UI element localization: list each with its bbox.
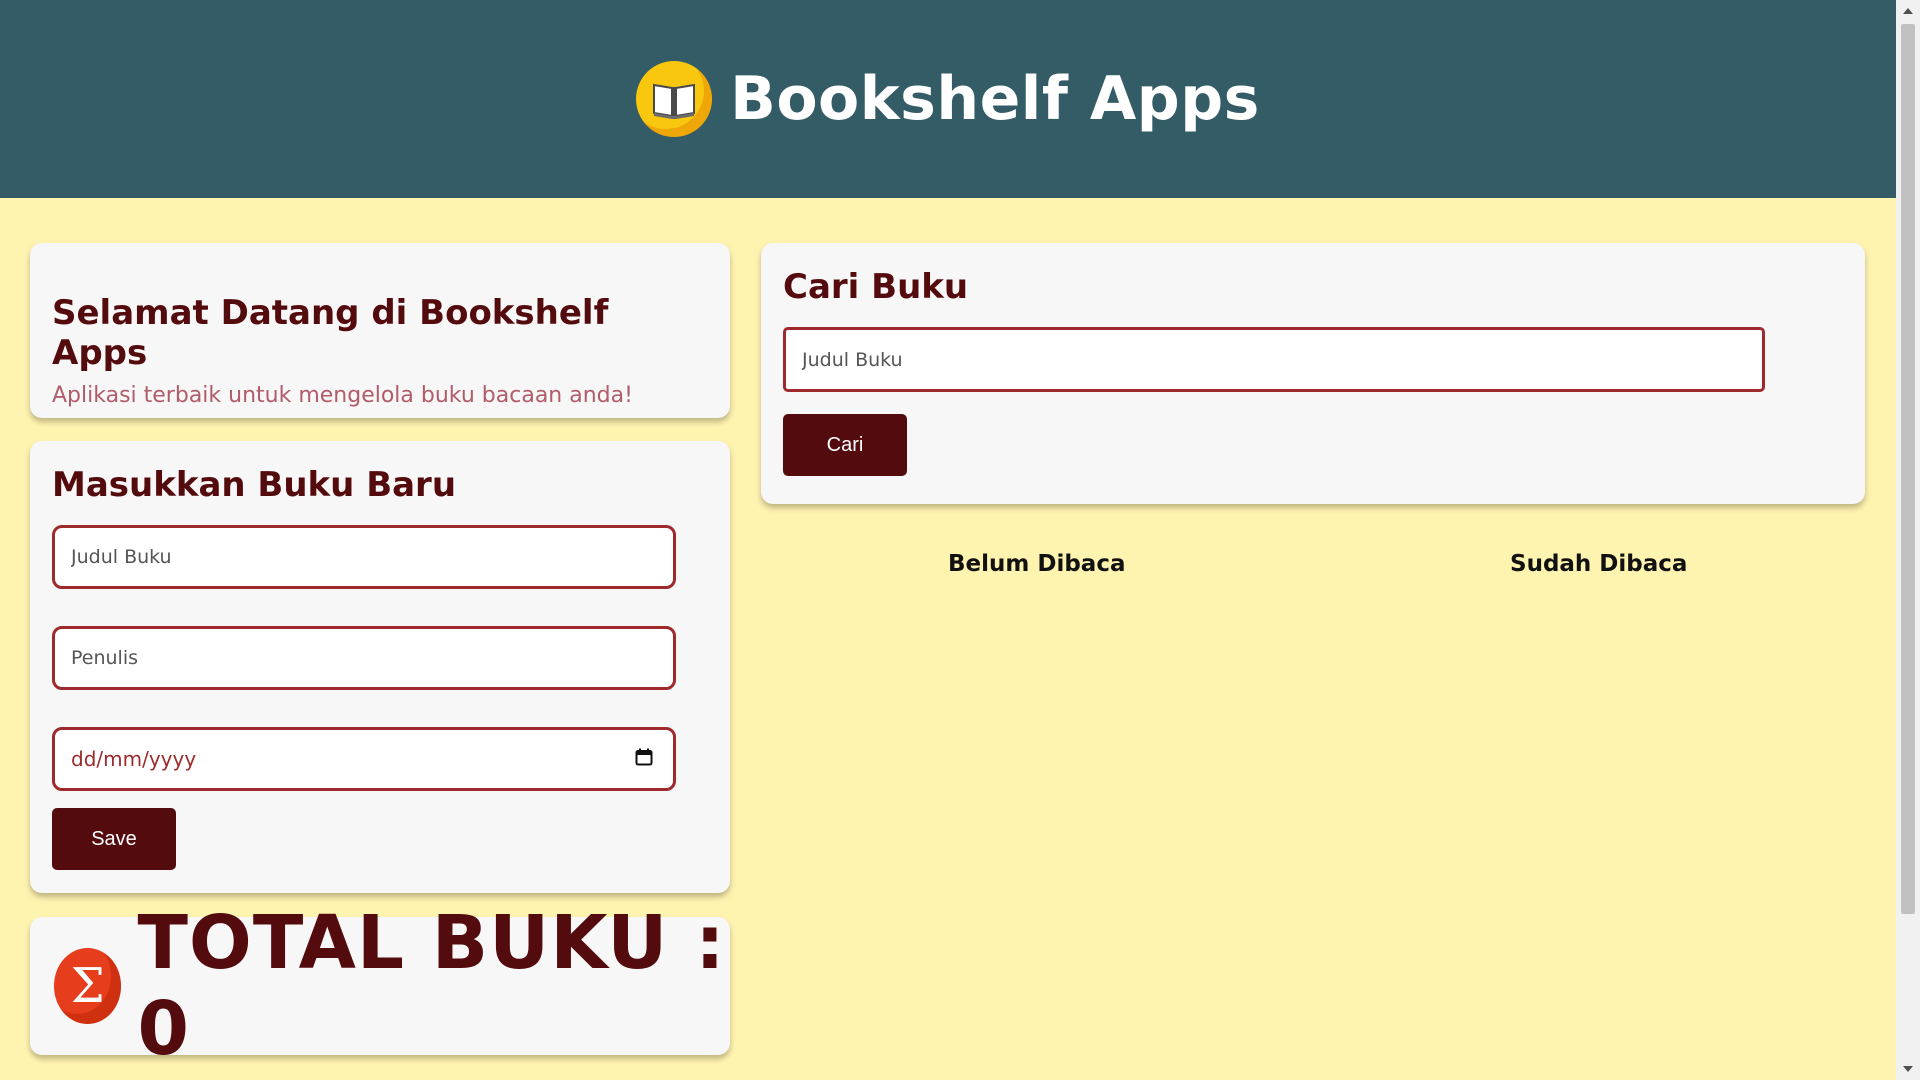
book-author-input[interactable]: [52, 626, 676, 690]
scroll-up-icon[interactable]: [1903, 8, 1913, 14]
vertical-scrollbar[interactable]: [1896, 0, 1920, 1080]
scroll-thumb[interactable]: [1901, 24, 1915, 914]
total-books-label: TOTAL BUKU : 0: [137, 900, 726, 1072]
app-title: Bookshelf Apps: [730, 64, 1260, 134]
search-heading: Cari Buku: [783, 267, 969, 307]
save-button[interactable]: Save: [52, 808, 176, 870]
calendar-icon[interactable]: [635, 747, 653, 771]
welcome-card: Selamat Datang di Bookshelf Apps Aplikas…: [30, 243, 730, 418]
add-book-heading: Masukkan Buku Baru: [52, 465, 457, 505]
search-input[interactable]: [783, 327, 1765, 392]
open-book-icon: [636, 61, 713, 137]
welcome-heading: Selamat Datang di Bookshelf Apps: [52, 293, 609, 373]
sigma-icon: Σ: [54, 948, 122, 1024]
app-header: Bookshelf Apps: [0, 0, 1896, 198]
add-book-card: Masukkan Buku Baru dd/mm/yyyy Save: [30, 441, 730, 893]
search-button[interactable]: Cari: [783, 414, 907, 476]
total-books-card: Σ TOTAL BUKU : 0: [30, 900, 730, 1072]
welcome-subheading: Aplikasi terbaik untuk mengelola buku ba…: [52, 383, 633, 408]
search-card: Cari Buku Cari: [761, 243, 1865, 504]
unread-shelf-heading: Belum Dibaca: [948, 551, 1126, 577]
scroll-down-icon[interactable]: [1903, 1066, 1913, 1072]
date-placeholder: dd/mm/yyyy: [71, 747, 197, 771]
read-shelf-heading: Sudah Dibaca: [1510, 551, 1688, 577]
book-year-date-input[interactable]: dd/mm/yyyy: [52, 727, 676, 791]
book-title-input[interactable]: [52, 525, 676, 589]
